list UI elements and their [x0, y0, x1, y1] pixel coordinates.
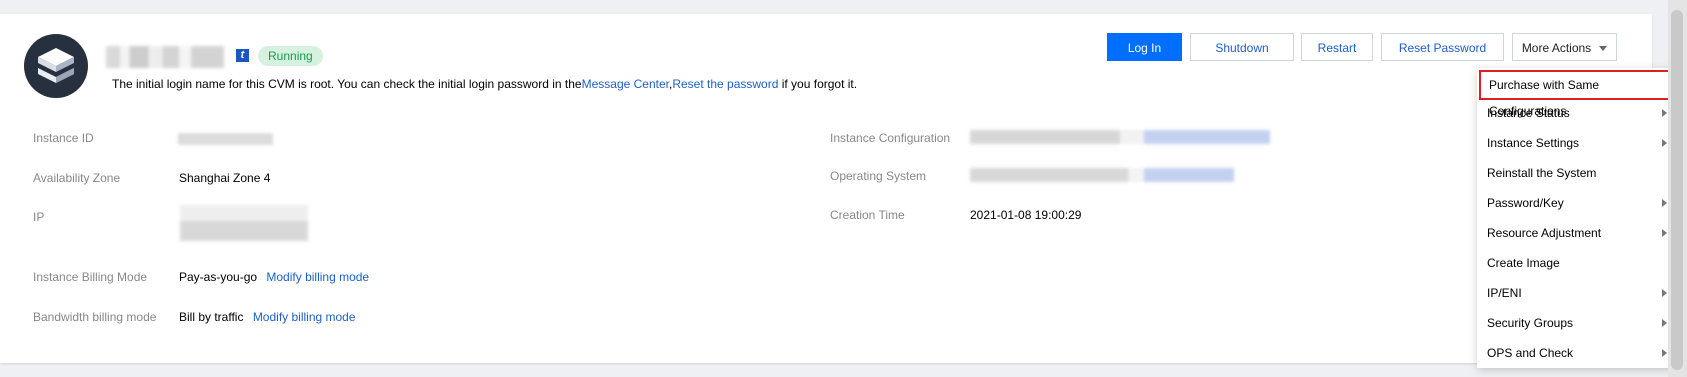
login-notice: The initial login name for this CVM is r… [112, 77, 857, 91]
menu-item-ip-eni[interactable]: IP/ENI [1477, 278, 1677, 308]
chevron-right-icon [1662, 349, 1667, 357]
operating-system-redacted [970, 168, 1234, 182]
menu-item-label: Reinstall the System [1487, 166, 1597, 180]
menu-item-purchase-same-config[interactable]: Purchase with Same Configurations [1479, 70, 1675, 118]
menu-item-label: Password/Key [1487, 196, 1564, 210]
login-notice-text: The initial login name for this CVM is r… [112, 77, 582, 91]
chevron-right-icon [1662, 289, 1667, 297]
creation-time-value: 2021-01-08 19:00:29 [970, 208, 1082, 222]
more-actions-menu: Purchase with Same Configurations Instan… [1477, 68, 1677, 368]
ip-redacted [180, 205, 308, 241]
more-actions-button[interactable]: More Actions [1512, 33, 1617, 61]
menu-item-label: Resource Adjustment [1487, 226, 1602, 240]
menu-item-label: Create Image [1487, 256, 1560, 270]
menu-item-reinstall-system[interactable]: Reinstall the System [1477, 158, 1677, 188]
scrollbar-thumb[interactable] [1671, 10, 1683, 370]
instance-config-label: Instance Configuration [830, 131, 951, 145]
menu-item-create-image[interactable]: Create Image [1477, 248, 1677, 278]
instance-config-redacted [970, 130, 1270, 144]
more-actions-label: More Actions [1521, 41, 1592, 55]
menu-item-label: IP/ENI [1487, 286, 1522, 300]
menu-item-password-key[interactable]: Password/Key [1477, 188, 1677, 218]
shutdown-button[interactable]: Shutdown [1190, 33, 1294, 61]
cvm-cube-icon [24, 34, 88, 98]
instance-id-redacted [178, 133, 273, 145]
creation-time-label: Creation Time [830, 208, 905, 222]
menu-item-label: Instance Status [1487, 106, 1570, 120]
chevron-right-icon [1662, 139, 1667, 147]
menu-item-instance-settings[interactable]: Instance Settings [1477, 128, 1677, 158]
availability-zone-label: Availability Zone [33, 171, 121, 185]
menu-item-instance-status[interactable]: Instance Status [1477, 98, 1677, 128]
t-tag-icon[interactable]: t [236, 49, 249, 62]
instance-id-label: Instance ID [33, 131, 94, 145]
bandwidth-billing-label: Bandwidth billing mode [33, 310, 157, 324]
chevron-right-icon [1662, 109, 1667, 117]
menu-item-label: OPS and Check [1487, 346, 1574, 360]
reset-password-link[interactable]: Reset the password [672, 77, 778, 91]
chevron-down-icon [1599, 46, 1608, 52]
billing-mode-text: Pay-as-you-go [179, 270, 258, 284]
menu-item-label: Security Groups [1487, 316, 1574, 330]
message-center-link[interactable]: Message Center [582, 77, 669, 91]
modify-bandwidth-billing-link[interactable]: Modify billing mode [253, 310, 356, 324]
modify-billing-mode-link[interactable]: Modify billing mode [266, 270, 369, 284]
chevron-right-icon [1662, 229, 1667, 237]
menu-item-resource-adjustment[interactable]: Resource Adjustment [1477, 218, 1677, 248]
chevron-right-icon [1662, 199, 1667, 207]
ip-label: IP [33, 210, 45, 224]
status-badge: Running [258, 46, 323, 66]
menu-item-security-groups[interactable]: Security Groups [1477, 308, 1677, 338]
operating-system-label: Operating System [830, 169, 927, 183]
instance-name-redacted [106, 46, 224, 68]
chevron-right-icon [1662, 319, 1667, 327]
billing-mode-label: Instance Billing Mode [33, 270, 148, 284]
bandwidth-billing-text: Bill by traffic [179, 310, 244, 324]
menu-item-ops-and-check[interactable]: OPS and Check [1477, 338, 1677, 368]
reset-password-button[interactable]: Reset Password [1381, 33, 1504, 61]
instance-detail-card: t Running The initial login name for thi… [0, 14, 1652, 363]
availability-zone-value: Shanghai Zone 4 [179, 171, 271, 185]
notice-suffix: if you forgot it. [778, 77, 858, 91]
menu-item-label: Instance Settings [1487, 136, 1580, 150]
restart-button[interactable]: Restart [1301, 33, 1373, 61]
billing-mode-value: Pay-as-you-go Modify billing mode [179, 270, 369, 284]
bandwidth-billing-value: Bill by traffic Modify billing mode [179, 310, 356, 324]
login-button[interactable]: Log In [1107, 33, 1182, 61]
